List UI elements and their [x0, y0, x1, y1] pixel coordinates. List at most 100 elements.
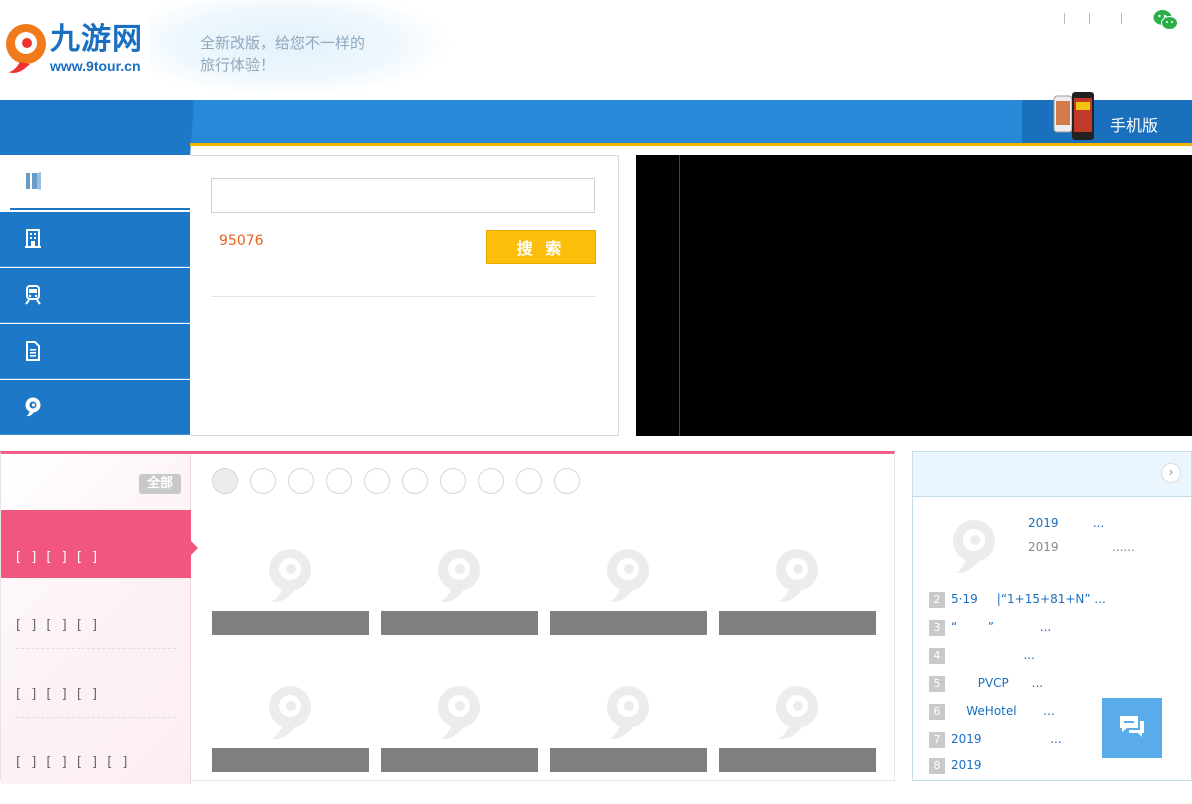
placeholder-image-icon: [438, 686, 480, 739]
search-panel: 95076 搜 索: [190, 155, 619, 436]
slogan-line-2: 旅行体验！: [200, 56, 276, 74]
filter-dot[interactable]: [326, 468, 352, 494]
side-nav-tab-document[interactable]: [0, 324, 190, 379]
placeholder-image-icon: [607, 686, 649, 739]
filter-dot[interactable]: [478, 468, 504, 494]
filter-dot[interactable]: [516, 468, 542, 494]
product-card-title-bar: [550, 748, 707, 772]
phone-icon: [1053, 92, 1094, 140]
category-item[interactable]: [ ] [ ] [ ]: [16, 650, 176, 718]
search-divider: [211, 296, 595, 297]
news-list-item[interactable]: 8 2019: [929, 757, 1179, 775]
category-item[interactable]: [ ] [ ] [ ]: [1, 510, 191, 578]
news-item-title[interactable]: 2019: [951, 758, 982, 772]
news-item-title[interactable]: “ ” ...: [951, 620, 1051, 634]
active-category-arrow: [191, 541, 198, 555]
side-nav-tab-book[interactable]: [10, 156, 190, 210]
news-list-item[interactable]: 2 5·19 |“1+15+81+N” ...: [929, 591, 1179, 609]
placeholder-image-icon: [438, 549, 480, 602]
news-rank-badge: 4: [929, 648, 945, 664]
filter-dot[interactable]: [288, 468, 314, 494]
news-item-title[interactable]: WeHotel ...: [951, 704, 1054, 718]
mascot-icon: [25, 397, 41, 417]
product-card[interactable]: [381, 547, 538, 667]
product-card-title-bar: [719, 748, 876, 772]
search-button[interactable]: 搜 索: [486, 230, 596, 264]
filter-dot[interactable]: [554, 468, 580, 494]
product-card-title-bar: [719, 611, 876, 635]
product-card[interactable]: [381, 684, 538, 804]
chat-icon: [1120, 716, 1144, 737]
document-icon: [26, 341, 40, 361]
top-link-separator: [1089, 13, 1090, 24]
placeholder-image-icon: [953, 520, 995, 573]
mobile-version-link[interactable]: 手机版: [1022, 92, 1192, 143]
news-list-item[interactable]: 3 “ ” ...: [929, 619, 1179, 637]
category-item[interactable]: [ ] [ ] [ ] [ ]: [16, 718, 176, 786]
news-list-item[interactable]: 4 ...: [929, 647, 1179, 665]
news-rank-badge: 7: [929, 732, 945, 748]
search-input[interactable]: [211, 178, 595, 213]
category-sidebar: 全部 [ ] [ ] [ ] [ ] [ ] [ ] [ ] [ ] [ ] […: [1, 454, 191, 784]
wechat-icon[interactable]: [1153, 9, 1178, 31]
news-item-title[interactable]: 2019 ...: [951, 732, 1062, 746]
product-card[interactable]: [212, 547, 369, 667]
news-item-title[interactable]: 5·19 |“1+15+81+N” ...: [951, 592, 1106, 606]
chat-button[interactable]: [1102, 698, 1162, 758]
hotline-number: 95076: [219, 233, 264, 249]
top-link-separator: [1121, 13, 1122, 24]
product-card-title-bar: [550, 611, 707, 635]
news-list-item[interactable]: 5 PVCP ...: [929, 675, 1179, 693]
all-categories-button[interactable]: 全部: [139, 474, 181, 494]
side-nav-tab-brand[interactable]: [0, 380, 190, 435]
logo-icon[interactable]: [4, 22, 48, 76]
news-rank-badge: 6: [929, 704, 945, 720]
building-icon: [25, 229, 41, 248]
product-card-title-bar: [381, 748, 538, 772]
mobile-version-label: 手机版: [1110, 116, 1159, 135]
slogan-line-1: 全新改版，给您不一样的: [200, 34, 366, 52]
news-rank-badge: 3: [929, 620, 945, 636]
top-link-separator: [1064, 13, 1065, 24]
news-header: ›: [913, 452, 1191, 497]
product-card[interactable]: [212, 684, 369, 804]
train-icon: [25, 285, 41, 305]
filter-dot[interactable]: [440, 468, 466, 494]
news-item-title[interactable]: ...: [951, 648, 1034, 662]
placeholder-image-icon: [607, 549, 649, 602]
product-card[interactable]: [719, 547, 876, 667]
news-rank-badge: 5: [929, 676, 945, 692]
news-item-title[interactable]: PVCP ...: [951, 676, 1043, 690]
side-nav-tab-hotel[interactable]: [0, 212, 190, 267]
placeholder-image-icon: [776, 686, 818, 739]
product-card-title-bar: [381, 611, 538, 635]
logo-text[interactable]: 九游网: [50, 22, 143, 58]
product-card-title-bar: [212, 611, 369, 635]
placeholder-image-icon: [269, 549, 311, 602]
logo-url[interactable]: www.9tour.cn: [50, 58, 141, 74]
chevron-right-icon[interactable]: ›: [1161, 463, 1181, 483]
filter-dot[interactable]: [402, 468, 428, 494]
nav-bar-left-block: [0, 100, 194, 155]
filter-dot[interactable]: [250, 468, 276, 494]
product-card[interactable]: [550, 547, 707, 667]
site-header: 九游网 www.9tour.cn 全新改版，给您不一样的 旅行体验！: [0, 0, 1192, 100]
category-item[interactable]: [ ] [ ] [ ]: [16, 581, 176, 649]
banner-slideshow[interactable]: [636, 155, 1192, 436]
banner-divider: [679, 155, 680, 436]
product-card[interactable]: [719, 684, 876, 804]
news-rank-badge: 2: [929, 592, 945, 608]
product-card-title-bar: [212, 748, 369, 772]
placeholder-image-icon: [776, 549, 818, 602]
placeholder-image-icon: [269, 686, 311, 739]
news-top-description: 2019 ......: [1028, 540, 1135, 554]
filter-dot[interactable]: [364, 468, 390, 494]
side-nav-tab-train[interactable]: [0, 268, 190, 323]
category-panel: 全部 [ ] [ ] [ ] [ ] [ ] [ ] [ ] [ ] [ ] […: [0, 451, 895, 784]
book-icon: [26, 172, 41, 190]
filter-dot[interactable]: [212, 468, 238, 494]
news-rank-badge: 8: [929, 758, 945, 774]
product-card[interactable]: [550, 684, 707, 804]
nav-bar-accent-line: [190, 143, 1192, 146]
news-top-title[interactable]: 2019 ...: [1028, 516, 1104, 530]
